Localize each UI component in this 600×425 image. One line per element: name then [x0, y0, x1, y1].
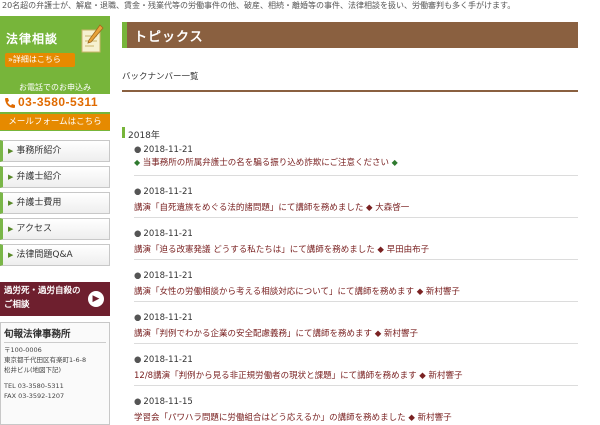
- sidebar-item-office-intro[interactable]: ▶ 事務所紹介: [0, 140, 110, 162]
- office-tel: TEL 03-3580-5311: [4, 382, 64, 390]
- office-postal: 〒100-0006: [4, 346, 42, 354]
- phone-number[interactable]: 03-3580-5311: [18, 95, 98, 109]
- entry-date: ● 2018-11-21: [134, 271, 193, 281]
- triangle-right-icon: ▶: [8, 173, 14, 181]
- triangle-right-icon: ▶: [8, 225, 14, 233]
- bullet-icon: ●: [134, 187, 142, 197]
- entry-date: ● 2018-11-21: [134, 145, 193, 155]
- list-item: ● 2018-11-21 講演「迫る改憲発議 どうする私たちは」にて講師を務めまし…: [134, 229, 578, 271]
- topics-list: ● 2018-11-21 ◆ 当事務所の所属弁護士の名を騙る振り込め詐欺にご注意く…: [134, 145, 578, 425]
- list-item: ● 2018-11-21 12/8講演「判例から見る非正規労働者の現状と課題」にて…: [134, 355, 578, 397]
- section-divider: [122, 90, 578, 92]
- entry-link[interactable]: 講演「自死遺族をめぐる法的諸問題」にて講師を務めました ◆ 大森啓一: [134, 201, 409, 213]
- sidebar-item-label: 法律問題Q&A: [16, 250, 73, 260]
- office-info: 旬報法律事務所 〒100-0006 東京都千代田区有楽町1-6-8 松井ビル(地…: [0, 322, 110, 425]
- bullet-icon: ●: [134, 271, 142, 281]
- sidebar-item-label: 弁護士紹介: [16, 172, 62, 182]
- sidebar-item-label: 弁護士費用: [16, 198, 62, 208]
- list-item: ● 2018-11-15 学習会「パワハラ問題に労働組合はどう応えるか」の講師を務…: [134, 397, 578, 425]
- entry-link[interactable]: 学習会「パワハラ問題に労働組合はどう応えるか」の講師を務めました ◆ 新村響子: [134, 411, 452, 423]
- sidebar-item-label: 事務所紹介: [16, 146, 62, 156]
- bullet-icon: ●: [134, 397, 142, 407]
- consultation-title: 法律相談: [6, 32, 59, 46]
- consultation-detail-link[interactable]: »詳細はこちら: [5, 53, 75, 67]
- entry-link[interactable]: 講演「判例でわかる企業の安全配慮義務」にて講師を務めます ◆ 新村響子: [134, 327, 418, 339]
- sidebar-item-access[interactable]: ▶ アクセス: [0, 218, 110, 240]
- entry-link[interactable]: 講演「迫る改憲発議 どうする私たちは」にて講師を務めました ◆ 早田由布子: [134, 243, 429, 255]
- legal-consultation-box: 法律相談 »詳細はこちら お電話でのお申込み 03-3580-5311 メールフ…: [0, 16, 110, 131]
- entry-link[interactable]: 12/8講演「判例から見る非正規労働者の現状と課題」にて講師を務めます ◆ 新村…: [134, 369, 463, 381]
- entry-date: ● 2018-11-15: [134, 397, 193, 407]
- left-sidebar: 法律相談 »詳細はこちら お電話でのお申込み 03-3580-5311 メールフ…: [0, 16, 110, 425]
- list-item: ● 2018-11-21 講演「判例でわかる企業の安全配慮義務」にて講師を務めます…: [134, 313, 578, 355]
- triangle-right-icon: ▶: [8, 199, 14, 207]
- sidebar-item-qa[interactable]: ▶ 法律問題Q&A: [0, 244, 110, 266]
- sidebar-item-lawyers[interactable]: ▶ 弁護士紹介: [0, 166, 110, 188]
- phone-label: お電話でのお申込み: [19, 83, 91, 92]
- diamond-icon: ◆: [134, 158, 143, 167]
- banner-text: 過労死・過労自殺の ご相談: [4, 284, 84, 312]
- list-item: ● 2018-11-21 講演「自死遺族をめぐる法的諸問題」にて講師を務めました …: [134, 187, 578, 229]
- triangle-right-icon: ▶: [8, 147, 14, 155]
- karoshi-consultation-banner[interactable]: 過労死・過労自殺の ご相談 ▶: [0, 282, 110, 316]
- office-address-1: 東京都千代田区有楽町1-6-8: [4, 356, 87, 364]
- office-fax: FAX 03-3592-1207: [4, 392, 65, 400]
- sidebar-item-label: アクセス: [16, 224, 52, 234]
- bullet-icon: ●: [134, 313, 142, 323]
- arrow-right-icon: ▶: [88, 291, 104, 307]
- triangle-right-icon: ▶: [8, 251, 14, 259]
- sidebar-nav: ▶ 事務所紹介 ▶ 弁護士紹介 ▶ 弁護士費用 ▶ アクセス ▶ 法律問題Q&A: [0, 140, 110, 270]
- mail-form-link[interactable]: メールフォームはこちら: [0, 114, 110, 130]
- list-item: ● 2018-11-21 講演「女性の労働相談から考える相談対応について」にて講師…: [134, 271, 578, 313]
- office-name: 旬報法律事務所: [4, 326, 106, 343]
- topics-header: トピックス: [122, 22, 578, 48]
- site-description: 20名超の弁護士が、解雇・退職、賃金・残業代等の労働事件の他、破産、相続・離婚等…: [2, 1, 516, 10]
- entry-link[interactable]: 講演「女性の労働相談から考える相談対応について」にて講師を務めます ◆ 新村響子: [134, 285, 460, 297]
- bullet-icon: ●: [134, 355, 142, 365]
- bullet-icon: ●: [134, 145, 142, 155]
- entry-date: ● 2018-11-21: [134, 187, 193, 197]
- page-title: トピックス: [134, 30, 204, 45]
- banner-line-2: ご相談: [4, 300, 30, 310]
- sidebar-item-fees[interactable]: ▶ 弁護士費用: [0, 192, 110, 214]
- entry-date: ● 2018-11-21: [134, 313, 193, 323]
- pen-memo-icon: [81, 24, 104, 53]
- office-address-2: 松井ビル(地図下記): [4, 366, 62, 374]
- phone-icon: [5, 98, 15, 108]
- phone-box[interactable]: 03-3580-5311: [0, 94, 110, 112]
- diamond-icon: ◆: [389, 158, 398, 167]
- year-heading: 2018年: [128, 131, 160, 141]
- bullet-icon: ●: [134, 229, 142, 239]
- banner-line-1: 過労死・過労自殺の: [4, 286, 81, 296]
- list-item: ● 2018-11-21 ◆ 当事務所の所属弁護士の名を騙る振り込め詐欺にご注意く…: [134, 145, 578, 187]
- entry-date: ● 2018-11-21: [134, 355, 193, 365]
- main-content: トピックス バックナンバー一覧 2018年 ● 2018-11-21 ◆ 当事務所…: [122, 22, 578, 423]
- backnumber-heading: バックナンバー一覧: [122, 72, 199, 82]
- entry-link[interactable]: ◆ 当事務所の所属弁護士の名を騙る振り込め詐欺にご注意ください ◆: [134, 156, 398, 168]
- entry-date: ● 2018-11-21: [134, 229, 193, 239]
